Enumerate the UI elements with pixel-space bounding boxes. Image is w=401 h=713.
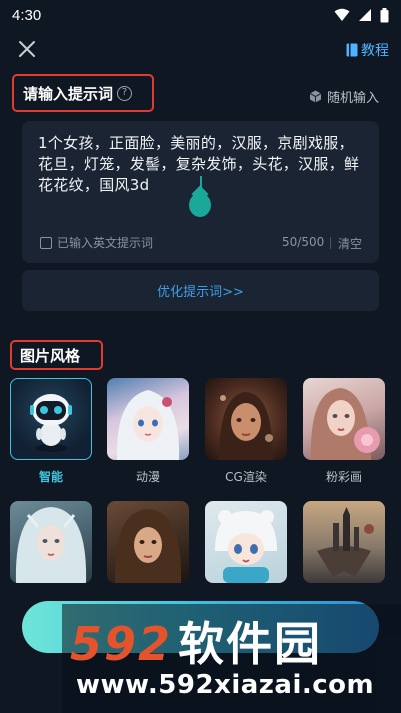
style-thumb-smart	[10, 378, 92, 460]
style-item-smart[interactable]: 智能	[10, 378, 92, 485]
random-input-button[interactable]: 随机输入	[309, 87, 379, 106]
status-bar: 4:30	[0, 0, 401, 30]
english-prompt-checkbox[interactable]: 已输入英文提示词	[40, 234, 153, 251]
checkbox-icon	[40, 236, 52, 249]
cg-portrait-image	[219, 392, 273, 460]
style-label-smart: 智能	[38, 470, 63, 484]
style-item-anime[interactable]: 动漫	[107, 378, 189, 485]
style-thumb-7	[205, 501, 287, 583]
optimize-prompt-button[interactable]: 优化提示词>>	[22, 270, 379, 311]
style-item-8[interactable]	[303, 501, 385, 591]
clear-button[interactable]: 清空	[338, 235, 362, 252]
prompt-header: 请输入提示词 ?	[12, 74, 154, 112]
style-header: 图片风格	[10, 340, 103, 370]
style-label-pastel: 粉彩画	[325, 470, 362, 484]
tutorial-link[interactable]: 教程	[346, 40, 389, 60]
battery-icon	[380, 7, 389, 22]
style-item-7[interactable]	[205, 501, 287, 591]
cursor-handle[interactable]	[189, 193, 211, 217]
style-item-pastel[interactable]: 粉彩画	[303, 378, 385, 485]
style-thumb-cg-render	[205, 378, 287, 460]
style-item-6[interactable]	[107, 501, 189, 591]
style-thumb-5	[10, 501, 92, 583]
char-count: 50/500	[282, 235, 325, 249]
close-icon[interactable]	[16, 38, 38, 60]
realistic-portrait-image	[114, 509, 182, 583]
robot-icon	[29, 393, 72, 452]
watermark-logo-text: 软件园	[178, 617, 323, 671]
fantasy-portrait-image	[15, 507, 87, 583]
english-prompt-label: 已输入英文提示词	[57, 236, 154, 250]
style-title: 图片风格	[20, 346, 81, 365]
status-icons	[334, 7, 389, 23]
chibi-portrait-image	[215, 510, 277, 583]
style-item-5[interactable]	[10, 501, 92, 591]
style-item-cg-render[interactable]: CG渲染	[205, 378, 287, 485]
prompt-textarea[interactable]: 1个女孩，正面脸，美丽的，汉服，京剧戏服，花旦，灯笼，发髻，复杂发饰，头花，汉服…	[38, 133, 368, 196]
status-time: 4:30	[12, 6, 42, 24]
tutorial-label: 教程	[361, 43, 389, 59]
style-thumb-pastel	[303, 378, 385, 460]
watermark-url: www.592xiazai.com	[76, 670, 375, 700]
floating-island-image	[317, 507, 374, 577]
signal-icon	[359, 9, 371, 21]
divider	[330, 237, 331, 249]
help-icon[interactable]: ?	[117, 85, 133, 101]
wifi-icon	[334, 8, 350, 21]
random-input-label: 随机输入	[326, 91, 379, 106]
prompt-title: 请输入提示词	[23, 84, 114, 103]
style-thumb-anime	[107, 378, 189, 460]
watermark-logo-digits: 592	[70, 617, 173, 671]
anime-portrait-image	[116, 390, 180, 460]
watermark: 592 软件园 www.592xiazai.com	[62, 604, 401, 713]
style-thumb-8	[303, 501, 385, 583]
style-label-anime: 动漫	[135, 470, 160, 484]
cube-icon	[309, 90, 322, 103]
topbar: 教程	[0, 36, 401, 66]
optimize-prompt-label: 优化提示词>>	[157, 285, 244, 300]
pastel-portrait-image	[310, 388, 380, 460]
style-thumb-6	[107, 501, 189, 583]
style-label-cg-render: CG渲染	[225, 470, 267, 484]
prompt-card: 1个女孩，正面脸，美丽的，汉服，京剧戏服，花旦，灯笼，发髻，复杂发饰，头花，汉服…	[22, 121, 379, 263]
watermark-logo: 592 软件园	[70, 608, 322, 674]
book-icon	[346, 43, 358, 57]
